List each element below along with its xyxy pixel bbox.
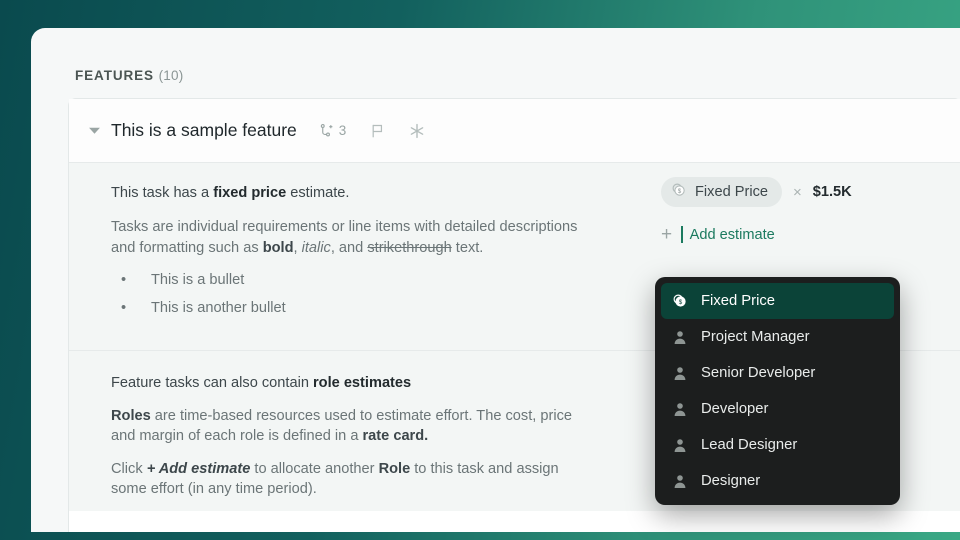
coins-icon: $ [671, 182, 687, 202]
flag-icon[interactable] [370, 123, 385, 139]
section-title: FEATURES (10) [75, 68, 183, 83]
task-para-2: Tasks are individual requirements or lin… [111, 217, 581, 258]
dropdown-item-lead-designer[interactable]: Lead Designer [661, 427, 894, 463]
task2-para-1: Roles are time-based resources used to e… [111, 406, 581, 446]
dropdown-item-label: Lead Designer [701, 437, 798, 453]
subtask-count: 3 [338, 123, 347, 138]
section-count: (10) [158, 68, 184, 83]
dropdown-item-fixed-price[interactable]: $ Fixed Price [661, 283, 894, 319]
dropdown-item-label: Designer [701, 473, 761, 489]
person-icon [671, 366, 688, 381]
estimate-type-dropdown[interactable]: $ Fixed Price Project Manager Senior Dev… [655, 277, 900, 505]
task2-heading-bold: role estimates [313, 375, 412, 391]
dropdown-item-label: Senior Developer [701, 365, 816, 381]
task2-p1-a: are time-based resources used to estimat… [111, 408, 573, 445]
estimate-column: $ Fixed Price × $1.5K + Add estimate [661, 177, 852, 244]
task2-heading: Feature tasks can also contain role esti… [111, 375, 581, 391]
plus-icon: + [661, 224, 673, 245]
task-para2-c: , and [330, 239, 368, 256]
feature-card-header: This is a sample feature 3 [69, 99, 960, 163]
task2-p1-bold: Roles [111, 408, 151, 424]
text-cursor [681, 226, 683, 243]
coins-icon: $ [671, 293, 688, 309]
asterisk-icon[interactable] [409, 123, 425, 139]
svg-text:$: $ [678, 299, 682, 306]
task-para2-italic: italic [301, 239, 331, 256]
section-title-label: FEATURES [75, 68, 154, 83]
list-item: This is a bullet [111, 272, 581, 288]
task-para2-strike: strikethrough [367, 239, 452, 256]
feature-title: This is a sample feature [111, 120, 297, 140]
dropdown-item-label: Fixed Price [701, 293, 776, 309]
svg-text:$: $ [678, 188, 682, 195]
task2-heading-pre: Feature tasks can also contain [111, 375, 313, 391]
task2-description: Feature tasks can also contain role esti… [111, 375, 581, 513]
dropdown-item-project-manager[interactable]: Project Manager [661, 319, 894, 355]
person-icon [671, 330, 688, 345]
dropdown-item-senior-developer[interactable]: Senior Developer [661, 355, 894, 391]
task2-p2-bold: Role [378, 461, 411, 478]
task-para1-pre: This task has a [111, 185, 214, 201]
task2-p1-bold2: rate card. [362, 428, 429, 445]
dropdown-item-label: Developer [701, 401, 769, 417]
caret-down-icon[interactable] [83, 120, 105, 142]
task2-p2-bi: + Add estimate [146, 461, 251, 478]
task-para-1: This task has a fixed price estimate. [111, 185, 581, 201]
estimate-separator: × [793, 183, 802, 201]
task2-p2-a: Click [111, 461, 147, 478]
fixed-price-chip-label: Fixed Price [695, 184, 768, 200]
list-item: This is another bullet [111, 300, 581, 316]
task2-p2-b: to allocate another [250, 461, 379, 478]
task-para2-bold: bold [262, 239, 294, 256]
dropdown-item-designer[interactable]: Designer [661, 463, 894, 499]
add-estimate-button[interactable]: + Add estimate [661, 225, 852, 244]
dropdown-item-label: Project Manager [701, 329, 810, 345]
task-para2-d: text. [451, 239, 484, 256]
subtask-icon[interactable]: 3 [319, 123, 347, 138]
dropdown-item-developer[interactable]: Developer [661, 391, 894, 427]
task-para1-post: estimate. [286, 185, 350, 201]
task-para2-b: , [293, 239, 302, 256]
fixed-price-chip[interactable]: $ Fixed Price [661, 177, 782, 207]
estimate-row: $ Fixed Price × $1.5K [661, 177, 852, 207]
estimate-value: $1.5K [812, 184, 852, 200]
person-icon [671, 438, 688, 453]
task-description: This task has a fixed price estimate. Ta… [111, 185, 581, 328]
person-icon [671, 402, 688, 417]
task-para1-bold: fixed price [213, 185, 287, 201]
person-icon [671, 474, 688, 489]
bullet-list: This is a bullet This is another bullet [111, 272, 581, 316]
task2-para-2: Click + Add estimate to allocate another… [111, 459, 581, 499]
add-estimate-label: Add estimate [689, 226, 775, 243]
